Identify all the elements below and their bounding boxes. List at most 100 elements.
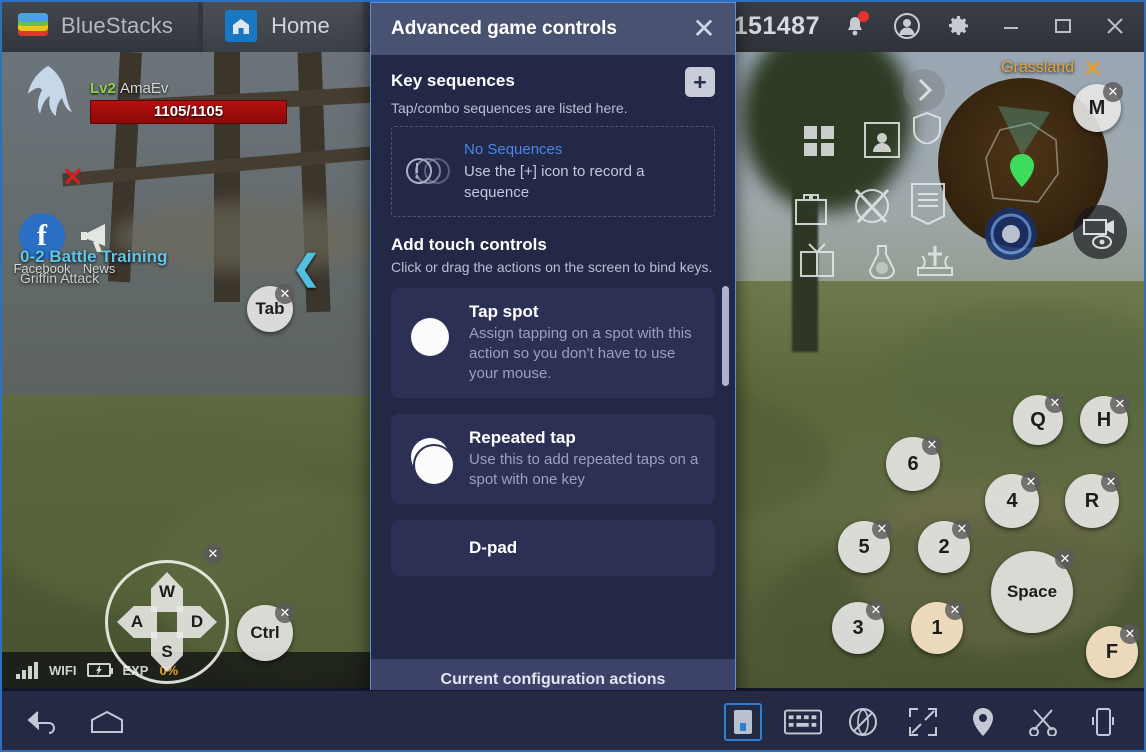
key-binding-close-icon[interactable]: ✕ xyxy=(945,600,965,620)
gift-icon[interactable] xyxy=(797,240,837,283)
touch-control-card-dpad[interactable]: D-pad xyxy=(391,519,715,576)
altar-icon[interactable] xyxy=(914,242,956,283)
key-binding-close-icon[interactable]: ✕ xyxy=(872,519,892,539)
key-binding-q[interactable]: Q ✕ xyxy=(1013,393,1065,445)
key-binding-tab[interactable]: Tab ✕ xyxy=(247,284,295,332)
avatar[interactable] xyxy=(14,62,82,128)
spectator-icon[interactable] xyxy=(1072,204,1128,265)
no-sequences-box: No Sequences Use the [+] icon to record … xyxy=(391,126,715,217)
location-icon[interactable] xyxy=(964,703,1002,741)
key-binding-close-icon[interactable]: ✕ xyxy=(275,284,295,304)
card-desc: Assign tapping on a spot with this actio… xyxy=(469,324,692,382)
bluestacks-window: BlueStacks Home 151487 Lv2 AmaEv 1105/11… xyxy=(0,0,1146,752)
key-binding-close-icon[interactable]: ✕ xyxy=(275,603,295,623)
keyboard-icon[interactable] xyxy=(784,703,822,741)
card-title: D-pad xyxy=(469,537,518,557)
scissors-icon[interactable] xyxy=(1024,703,1062,741)
key-binding-r[interactable]: R ✕ xyxy=(1054,463,1130,539)
health-value: 1105/1105 xyxy=(153,103,224,120)
key-sequences-title: Key sequences xyxy=(391,71,515,90)
dpad-down-label: S xyxy=(161,642,173,661)
close-button[interactable] xyxy=(1098,9,1132,43)
potion-icon[interactable] xyxy=(860,242,902,285)
gear-icon[interactable] xyxy=(942,9,976,43)
key-binding-1[interactable]: 1 ✕ xyxy=(900,591,974,665)
no-sequences-icon xyxy=(406,158,452,185)
home-icon xyxy=(225,10,258,42)
key-binding-h[interactable]: H ✕ xyxy=(1080,394,1130,444)
key-sequences-subtitle: Tap/combo sequences are listed here. xyxy=(391,100,628,116)
maximize-button[interactable] xyxy=(1046,9,1080,43)
minimize-button[interactable] xyxy=(994,9,1028,43)
key-binding-close-icon[interactable]: ✕ xyxy=(922,435,942,455)
quest-book-icon[interactable] xyxy=(908,182,948,231)
key-binding-6[interactable]: 6 ✕ xyxy=(875,426,951,502)
close-icon[interactable]: ✕ xyxy=(687,12,721,46)
quest-collapse-icon[interactable]: ❮ xyxy=(292,248,321,288)
dpad-up-label: W xyxy=(158,582,176,601)
card-desc: Use this to add repeated taps on a spot … xyxy=(469,450,699,488)
key-binding-ctrl[interactable]: Ctrl ✕ xyxy=(226,594,304,672)
single-dot-icon xyxy=(407,302,453,356)
avatar-close-icon[interactable]: ✕ xyxy=(62,162,84,193)
key-binding-m[interactable]: M ✕ xyxy=(1073,82,1123,132)
brand-tab[interactable]: BlueStacks xyxy=(0,0,217,52)
touch-control-card-tap-spot[interactable]: Tap spot Assign tapping on a spot with t… xyxy=(391,287,715,398)
region-close-icon[interactable]: ✕ xyxy=(1084,56,1102,82)
tab-home-label: Home xyxy=(271,13,330,38)
key-binding-label: Space xyxy=(1006,582,1058,601)
character-panel-icon[interactable] xyxy=(864,122,900,163)
key-binding-close-icon[interactable]: ✕ xyxy=(1120,624,1140,644)
card-title: Tap spot xyxy=(469,301,539,321)
shake-icon[interactable] xyxy=(1084,703,1122,741)
key-binding-f[interactable]: F ✕ xyxy=(1075,615,1146,689)
bag-icon[interactable] xyxy=(792,192,830,231)
dialog-title: Advanced game controls xyxy=(391,18,617,39)
guild-emblem-icon[interactable] xyxy=(984,207,1038,266)
quest-title: 0-2 Battle Training xyxy=(20,247,168,266)
home-icon[interactable] xyxy=(88,703,126,741)
key-binding-space[interactable]: Space ✕ xyxy=(980,540,1084,644)
advanced-game-controls-dialog: Advanced game controls ✕ Key sequences +… xyxy=(370,2,736,752)
fullscreen-icon[interactable] xyxy=(904,703,942,741)
key-binding-close-icon[interactable]: ✕ xyxy=(1103,82,1123,102)
dpad-close-icon[interactable]: ✕ xyxy=(203,544,223,564)
key-binding-close-icon[interactable]: ✕ xyxy=(866,600,886,620)
key-binding-close-icon[interactable]: ✕ xyxy=(1045,393,1065,413)
touch-controls-list[interactable]: Tap spot Assign tapping on a spot with t… xyxy=(371,276,735,659)
multi-instance-icon[interactable] xyxy=(724,702,762,741)
key-binding-4[interactable]: 4 ✕ xyxy=(974,463,1050,539)
touch-controls-subtitle: Click or drag the actions on the screen … xyxy=(391,258,713,275)
swords-icon[interactable] xyxy=(850,184,894,233)
shield-emblem-icon[interactable] xyxy=(912,111,942,149)
key-binding-close-icon[interactable]: ✕ xyxy=(1021,472,1041,492)
key-binding-close-icon[interactable]: ✕ xyxy=(1101,472,1121,492)
quest-subtitle: Griffin Attack xyxy=(20,270,100,286)
key-binding-5[interactable]: 5 ✕ xyxy=(827,510,901,584)
key-binding-close-icon[interactable]: ✕ xyxy=(952,519,972,539)
key-binding-label: 5 xyxy=(858,535,870,558)
dialog-scrollbar[interactable] xyxy=(722,285,729,386)
tab-home[interactable]: Home xyxy=(203,0,381,52)
menu-grid-icon[interactable] xyxy=(802,124,836,163)
no-ads-icon[interactable] xyxy=(844,703,882,741)
bell-icon[interactable] xyxy=(838,9,872,43)
key-binding-close-icon[interactable]: ✕ xyxy=(1110,394,1130,414)
titlebar-actions: 151487 xyxy=(697,9,1146,43)
quest-panel[interactable]: 0-2 Battle Training Griffin Attack xyxy=(20,247,167,286)
key-binding-label: 2 xyxy=(938,535,950,558)
add-sequence-button[interactable]: + xyxy=(685,67,715,97)
dpad-right-label: D xyxy=(190,612,204,631)
bottom-toolbar xyxy=(2,690,1144,752)
account-icon[interactable] xyxy=(890,9,924,43)
back-icon[interactable] xyxy=(24,703,62,741)
next-arrow-icon[interactable] xyxy=(902,68,946,117)
key-binding-3[interactable]: 3 ✕ xyxy=(821,591,895,665)
touch-controls-title: Add touch controls xyxy=(391,234,547,254)
touch-controls-header: Add touch controls Click or drag the act… xyxy=(371,217,735,276)
dpad-control[interactable]: W A D S ✕ xyxy=(105,544,229,684)
character-level: Lv2 xyxy=(90,80,116,97)
key-binding-2[interactable]: 2 ✕ xyxy=(907,510,981,584)
touch-control-card-repeated-tap[interactable]: Repeated tap Use this to add repeated ta… xyxy=(391,413,715,504)
key-binding-close-icon[interactable]: ✕ xyxy=(1055,549,1075,569)
